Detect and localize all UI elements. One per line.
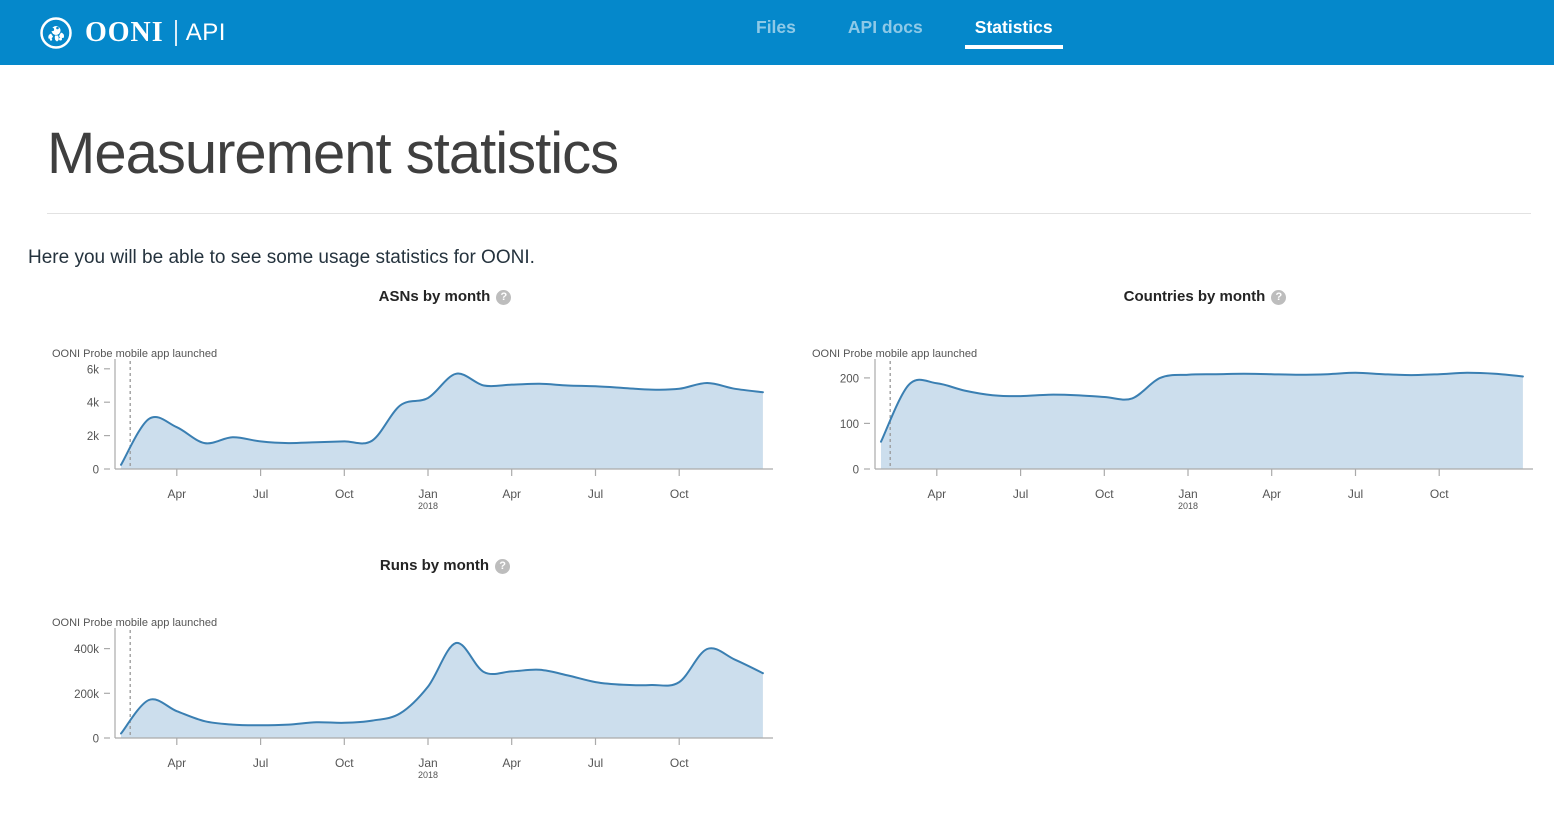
chart-countries-by-month: Countries by month? OONI Probe mobile ap… — [777, 288, 1554, 515]
charts-grid: ASNs by month? OONI Probe mobile app lau… — [0, 288, 1554, 784]
svg-text:2018: 2018 — [1178, 501, 1198, 511]
svg-text:Apr: Apr — [502, 756, 521, 770]
main-nav: Files API docs Statistics — [730, 0, 1079, 65]
intro-text: Here you will be able to see some usage … — [28, 247, 1554, 269]
svg-text:Oct: Oct — [335, 487, 354, 501]
nav-item-api-docs[interactable]: API docs — [838, 0, 933, 45]
chart-runs-by-month: Runs by month? OONI Probe mobile app lau… — [0, 557, 777, 784]
chart-title: Countries by month — [1124, 288, 1266, 305]
chart-title: ASNs by month — [379, 288, 491, 305]
asns-area-chart[interactable]: OONI Probe mobile app launched 0 2k 4k 6k Apr… — [40, 343, 780, 515]
svg-text:100: 100 — [840, 419, 859, 431]
nav-item-files[interactable]: Files — [746, 0, 806, 45]
countries-area-chart[interactable]: OONI Probe mobile app launched 0 100 200 Apr… — [800, 343, 1540, 515]
svg-text:200k: 200k — [74, 688, 99, 700]
svg-text:Oct: Oct — [1095, 487, 1114, 501]
svg-text:Jan: Jan — [418, 487, 437, 501]
svg-text:2018: 2018 — [418, 501, 438, 511]
svg-text:Jan: Jan — [418, 756, 437, 770]
svg-text:0: 0 — [93, 464, 99, 476]
chart-title-row: ASNs by month? — [40, 288, 780, 306]
svg-text:OONI Probe mobile app launched: OONI Probe mobile app launched — [812, 348, 977, 360]
brand-separator — [175, 20, 177, 46]
svg-text:Apr: Apr — [167, 487, 186, 501]
chart-title: Runs by month — [380, 557, 489, 574]
svg-text:4k: 4k — [87, 397, 99, 409]
svg-text:200: 200 — [840, 373, 859, 385]
svg-text:Jan: Jan — [1178, 487, 1197, 501]
help-icon[interactable]: ? — [495, 559, 510, 574]
svg-text:Jul: Jul — [588, 756, 603, 770]
runs-area-chart[interactable]: OONI Probe mobile app launched 0 200k 400k A… — [40, 612, 780, 784]
svg-text:400k: 400k — [74, 644, 99, 656]
svg-text:Oct: Oct — [670, 487, 689, 501]
brand-sub-name: API — [186, 19, 226, 47]
chart-title-row: Countries by month? — [800, 288, 1540, 306]
svg-text:Oct: Oct — [335, 756, 354, 770]
svg-text:Jul: Jul — [1013, 487, 1028, 501]
svg-text:2018: 2018 — [418, 770, 438, 780]
title-divider — [47, 213, 1531, 214]
svg-text:Jul: Jul — [588, 487, 603, 501]
svg-text:Jul: Jul — [253, 487, 268, 501]
svg-text:0: 0 — [93, 733, 99, 745]
svg-text:OONI Probe mobile app launched: OONI Probe mobile app launched — [52, 617, 217, 629]
help-icon[interactable]: ? — [496, 290, 511, 305]
svg-text:Apr: Apr — [502, 487, 521, 501]
chart-title-row: Runs by month? — [40, 557, 780, 575]
svg-text:6k: 6k — [87, 364, 99, 376]
svg-text:Oct: Oct — [670, 756, 689, 770]
brand-name: OONI — [85, 17, 164, 49]
chart-asns-by-month: ASNs by month? OONI Probe mobile app lau… — [0, 288, 777, 515]
svg-text:OONI Probe mobile app launched: OONI Probe mobile app launched — [52, 348, 217, 360]
help-icon[interactable]: ? — [1271, 290, 1286, 305]
ooni-octopus-logo-icon — [40, 17, 72, 49]
nav-item-statistics[interactable]: Statistics — [965, 0, 1063, 49]
page-title: Measurement statistics — [47, 121, 1554, 188]
brand-home-link[interactable]: OONI API — [40, 17, 226, 49]
svg-text:Jul: Jul — [253, 756, 268, 770]
svg-text:Apr: Apr — [167, 756, 186, 770]
svg-text:2k: 2k — [87, 431, 99, 443]
svg-text:0: 0 — [853, 464, 859, 476]
svg-text:Apr: Apr — [1262, 487, 1281, 501]
svg-text:Apr: Apr — [927, 487, 946, 501]
svg-text:Jul: Jul — [1348, 487, 1363, 501]
top-navbar: OONI API Files API docs Statistics — [0, 0, 1554, 65]
svg-text:Oct: Oct — [1430, 487, 1449, 501]
